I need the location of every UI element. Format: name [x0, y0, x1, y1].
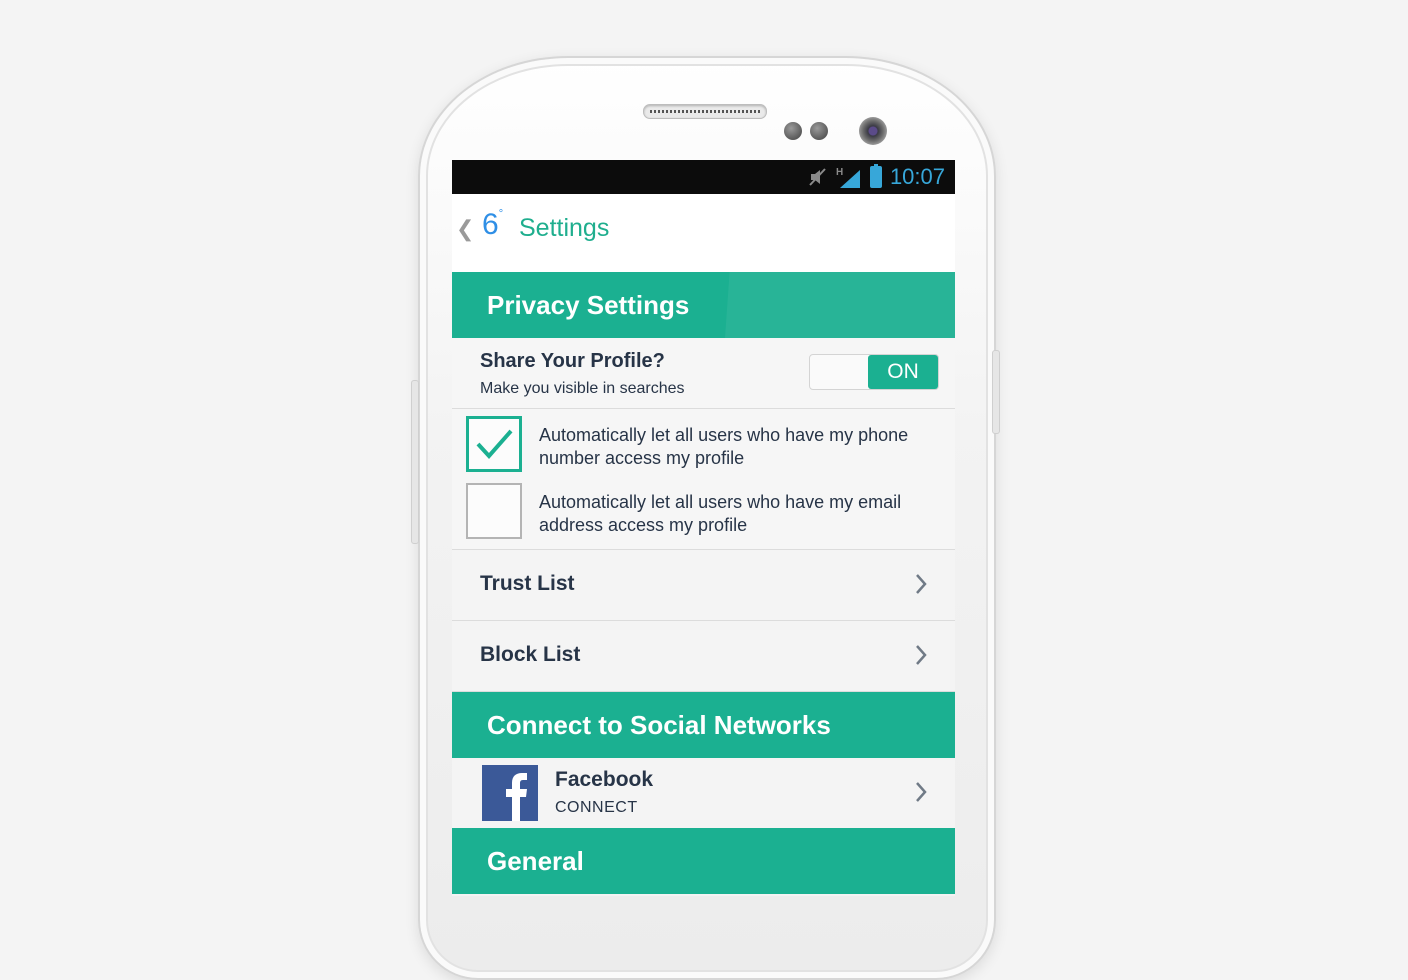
earpiece-speaker	[643, 104, 767, 119]
chevron-right-icon	[916, 782, 927, 802]
phone-access-label: Automatically let all users who have my …	[539, 425, 909, 468]
share-profile-subtitle: Make you visible in searches	[480, 380, 685, 397]
signal-type-label: H	[836, 167, 843, 178]
share-profile-title: Share Your Profile?	[480, 350, 665, 372]
chevron-right-icon	[916, 645, 927, 665]
signal-icon: H	[836, 167, 860, 188]
chevron-right-icon	[916, 574, 927, 594]
facebook-title: Facebook	[555, 768, 654, 791]
general-header: General	[452, 828, 955, 894]
volume-button	[411, 380, 419, 544]
battery-icon	[869, 164, 882, 188]
page-title: Settings	[519, 214, 610, 242]
front-camera	[859, 117, 887, 145]
chevron-left-icon[interactable]: ❮	[456, 216, 474, 242]
app-logo[interactable]: 6°	[482, 208, 503, 242]
privacy-settings-header: Privacy Settings	[452, 272, 955, 338]
proximity-sensor	[784, 122, 802, 140]
app-bar: ❮ 6° Settings	[452, 194, 955, 272]
phone-screen: H 10:07 ❮ 6° Settings Privacy Settings S…	[452, 160, 955, 896]
mute-icon	[809, 168, 826, 186]
power-button	[992, 350, 1000, 434]
facebook-connect-label: CONNECT	[555, 799, 638, 816]
status-clock: 10:07	[889, 164, 945, 189]
trust-list-label: Trust List	[480, 572, 575, 595]
phone-access-checkbox[interactable]	[466, 416, 522, 472]
facebook-icon	[482, 765, 538, 821]
block-list-row[interactable]: Block List	[452, 621, 955, 692]
privacy-options: Automatically let all users who have my …	[452, 409, 955, 550]
trust-list-row[interactable]: Trust List	[452, 550, 955, 621]
block-list-label: Block List	[480, 643, 581, 666]
facebook-row[interactable]: Facebook CONNECT	[452, 758, 955, 828]
share-profile-row: Share Your Profile? Make you visible in …	[452, 338, 955, 409]
social-networks-header: Connect to Social Networks	[452, 692, 955, 758]
email-access-label: Automatically let all users who have my …	[539, 492, 902, 535]
checkmark-icon	[476, 429, 513, 459]
light-sensor	[810, 122, 828, 140]
toggle-on-label: ON	[868, 355, 938, 389]
email-access-checkbox[interactable]	[466, 483, 522, 539]
share-profile-toggle[interactable]: ON	[809, 354, 939, 390]
app-logo-mark: °	[498, 208, 504, 220]
status-bar: H 10:07	[452, 160, 955, 194]
